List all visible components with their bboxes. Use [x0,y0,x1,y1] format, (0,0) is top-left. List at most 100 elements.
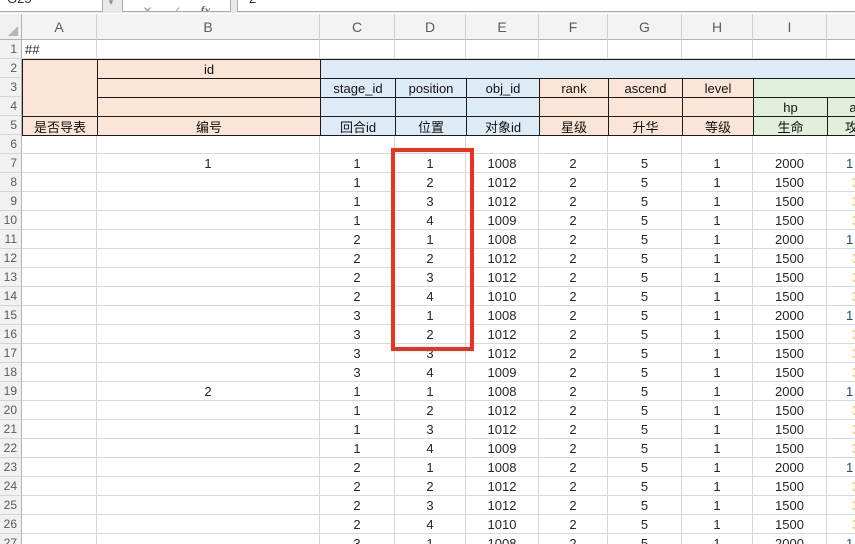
cell[interactable]: 1 [682,515,753,534]
cell[interactable]: 5 [608,439,682,458]
cell[interactable] [97,40,320,59]
row-header-15[interactable]: 15 [0,306,22,325]
cell[interactable]: 1008 [466,458,539,477]
cell[interactable]: 5 [608,420,682,439]
cell[interactable]: 2 [539,477,608,496]
cell[interactable]: 1 [682,439,753,458]
cell[interactable]: 1 [97,154,320,173]
cell[interactable] [22,363,97,382]
cell[interactable]: 1012 [466,268,539,287]
column-header-G[interactable]: G [608,14,682,40]
check-icon[interactable]: ✓ [171,4,181,12]
cell-b5-number[interactable]: 编号 [97,116,321,136]
row-header-10[interactable]: 10 [0,211,22,230]
row-header-14[interactable]: 14 [0,287,22,306]
cell[interactable]: 1 [682,268,753,287]
cell[interactable]: 2 [320,287,395,306]
row-header-13[interactable]: 13 [0,268,22,287]
cell[interactable]: 3 [320,325,395,344]
cell[interactable]: 1009 [466,211,539,230]
cell-d5-position-cn[interactable]: 位置 [395,116,467,136]
cell[interactable]: 5 [608,534,682,544]
cell[interactable]: 1 [682,154,753,173]
cell[interactable]: 3 [827,344,855,363]
column-header-A[interactable]: A [22,14,97,40]
cell[interactable]: 1008 [466,306,539,325]
cell[interactable]: 4 [395,439,466,458]
cell[interactable] [608,40,682,59]
cell[interactable]: 1 [682,420,753,439]
cell[interactable]: 2 [539,534,608,544]
cell[interactable] [22,439,97,458]
row-header-3[interactable]: 3 [0,78,22,97]
cell[interactable]: 1 [682,306,753,325]
cell[interactable] [466,40,539,59]
cell-e5-object-id-cn[interactable]: 对象id [466,116,540,136]
cell[interactable]: 1500 [753,344,827,363]
cell[interactable]: 1012 [466,325,539,344]
cell[interactable]: 2 [539,382,608,401]
cell-j4-atk[interactable]: atk [827,97,855,117]
cell[interactable]: 1 [827,458,855,477]
cell[interactable]: 5 [608,401,682,420]
cell[interactable] [827,40,855,59]
cell[interactable] [682,40,753,59]
cell[interactable] [97,192,320,211]
cell[interactable]: 1 [682,534,753,544]
cell-h5-level-cn[interactable]: 等级 [682,116,754,136]
cell[interactable]: 2 [320,458,395,477]
row-header-17[interactable]: 17 [0,344,22,363]
cell[interactable] [22,534,97,544]
cell[interactable]: 2 [539,268,608,287]
cell[interactable]: 3 [827,268,855,287]
row-header-4[interactable]: 4 [0,97,22,116]
cell-j5-atk-cn[interactable]: 攻击 [827,116,855,136]
cell[interactable]: 1012 [466,173,539,192]
cell[interactable]: 3 [827,325,855,344]
cell[interactable] [97,534,320,544]
cell[interactable]: 5 [608,363,682,382]
cell-i5-hp-cn[interactable]: 生命 [753,116,828,136]
cell[interactable]: 1500 [753,192,827,211]
cell[interactable]: 1008 [466,534,539,544]
cell-c5-round-id[interactable]: 回合id [320,116,396,136]
cell[interactable]: 1 [682,173,753,192]
cell[interactable]: 1 [395,458,466,477]
cell[interactable]: 2 [539,439,608,458]
cell[interactable]: 5 [608,325,682,344]
cell[interactable] [97,363,320,382]
cell[interactable]: 1012 [466,496,539,515]
cell[interactable] [22,401,97,420]
cell[interactable] [97,458,320,477]
column-header-J[interactable] [827,14,855,40]
cell[interactable]: 3 [827,192,855,211]
cell[interactable] [97,230,320,249]
cell[interactable] [466,135,539,154]
cell[interactable]: 5 [608,477,682,496]
cell[interactable]: 3 [320,363,395,382]
cell[interactable] [22,154,97,173]
cell[interactable] [682,135,753,154]
cell[interactable]: 1 [682,249,753,268]
cell[interactable] [608,135,682,154]
fx-icon[interactable]: fx [201,3,211,12]
cell[interactable]: 5 [608,515,682,534]
cell[interactable] [97,173,320,192]
cell-i3-j3[interactable] [753,78,855,98]
cell[interactable]: 3 [827,363,855,382]
column-header-E[interactable]: E [466,14,539,40]
cell[interactable] [22,287,97,306]
row-header-2[interactable]: 2 [0,59,22,78]
row-header-26[interactable]: 26 [0,515,22,534]
cell[interactable]: 2 [320,268,395,287]
cell[interactable]: 5 [608,249,682,268]
cell[interactable]: 1010 [466,287,539,306]
cell[interactable]: 2 [320,477,395,496]
cell[interactable] [320,135,395,154]
column-header-I[interactable]: I [753,14,827,40]
cell[interactable]: 1 [320,382,395,401]
cell[interactable]: 1012 [466,401,539,420]
cell[interactable]: 5 [608,173,682,192]
cell[interactable]: 1010 [466,515,539,534]
cell[interactable] [97,287,320,306]
